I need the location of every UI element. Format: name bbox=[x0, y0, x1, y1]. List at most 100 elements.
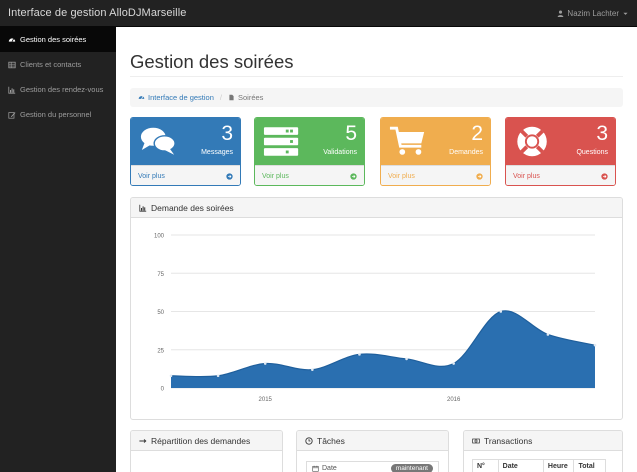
stat-panel-messages: 3 Messages Voir plus bbox=[130, 117, 241, 186]
calendar-icon bbox=[312, 465, 319, 472]
stat-label: Validations bbox=[323, 149, 357, 156]
user-name: Nazim Lachter bbox=[567, 9, 619, 18]
edit-icon bbox=[8, 111, 16, 119]
table-icon bbox=[8, 61, 16, 68]
breadcrumb-home-label: Interface de gestion bbox=[148, 93, 214, 102]
y-tick-label: 100 bbox=[154, 234, 165, 240]
y-tick-label: 75 bbox=[157, 272, 164, 278]
repartition-panel-heading: Répartition des demandes bbox=[131, 431, 282, 451]
tasks-icon bbox=[263, 127, 299, 156]
taches-panel-title: Tâches bbox=[317, 435, 345, 446]
sidebar-item-rendez-vous[interactable]: Gestion des rendez-vous bbox=[0, 77, 116, 102]
sidebar-item-label: Gestion des soirées bbox=[20, 35, 87, 44]
sidebar-item-label: Gestion du personnel bbox=[20, 110, 92, 119]
stat-footer-link[interactable]: Voir plus bbox=[381, 165, 490, 185]
sidebar-item-soirees[interactable]: Gestion des soirées bbox=[0, 27, 116, 52]
area-chart: 0 25 50 75 100 2015 2016 bbox=[154, 234, 597, 403]
stat-footer-link[interactable]: Voir plus bbox=[506, 165, 615, 185]
support-icon bbox=[517, 126, 547, 157]
data-point bbox=[405, 357, 408, 361]
view-more-link: Voir plus bbox=[513, 172, 540, 180]
column-header-date: Date bbox=[499, 460, 544, 472]
breadcrumb-home-link[interactable]: Interface de gestion bbox=[138, 93, 214, 102]
data-point bbox=[216, 374, 220, 378]
sidebar-item-clients[interactable]: Clients et contacts bbox=[0, 52, 116, 77]
stat-panel-heading: 5 Validations bbox=[255, 118, 364, 165]
user-icon bbox=[558, 10, 564, 17]
stat-label: Demandes bbox=[449, 149, 483, 156]
view-more-link: Voir plus bbox=[138, 172, 165, 180]
x-tick-label: 2016 bbox=[447, 397, 461, 403]
column-header-number: N° bbox=[473, 460, 499, 472]
transactions-panel: Transactions N° Date Heure Total bbox=[463, 430, 623, 472]
sidebar-item-label: Clients et contacts bbox=[20, 60, 82, 69]
stat-value: 5 bbox=[345, 122, 357, 145]
stat-label: Questions bbox=[576, 149, 608, 156]
page-title: Gestion des soirées bbox=[130, 51, 294, 72]
y-tick-label: 25 bbox=[157, 348, 164, 354]
breadcrumb: Interface de gestion / Soirées bbox=[130, 88, 623, 107]
stat-panel-demandes: 2 Demandes Voir plus bbox=[380, 117, 491, 186]
data-point bbox=[499, 310, 503, 313]
dashboard-icon bbox=[8, 37, 16, 42]
chart-panel-title: Demande des soirées bbox=[151, 202, 234, 213]
stat-value: 3 bbox=[221, 122, 233, 145]
taches-panel-heading: Tâches bbox=[297, 431, 448, 451]
arrow-circle-right-icon bbox=[476, 172, 483, 180]
user-menu[interactable]: Nazim Lachter bbox=[557, 9, 629, 18]
breadcrumb-separator: / bbox=[219, 93, 222, 102]
task-date-label: Date bbox=[322, 465, 337, 472]
stat-value: 2 bbox=[471, 122, 483, 145]
data-point bbox=[358, 353, 361, 356]
breadcrumb-current-label: Soirées bbox=[237, 93, 264, 102]
main-content: Gestion des soirées Interface de gestion… bbox=[116, 27, 637, 472]
data-point bbox=[311, 368, 314, 371]
breadcrumb-current: Soirées bbox=[228, 93, 263, 102]
stat-footer-link[interactable]: Voir plus bbox=[131, 165, 240, 185]
view-more-link: Voir plus bbox=[262, 172, 289, 180]
stat-panel-heading: 2 Demandes bbox=[381, 118, 490, 165]
dashboard-icon bbox=[138, 96, 145, 100]
transactions-panel-heading: Transactions bbox=[464, 431, 622, 451]
data-point bbox=[263, 362, 267, 365]
file-icon bbox=[229, 94, 234, 101]
data-point bbox=[593, 343, 597, 347]
task-list-item[interactable]: Date maintenant bbox=[306, 461, 439, 472]
data-point bbox=[546, 333, 550, 336]
stat-panel-validations: 5 Validations Voir plus bbox=[254, 117, 365, 186]
taches-panel: Tâches Date maintenant bbox=[296, 430, 449, 472]
stat-panel-heading: 3 Messages bbox=[131, 118, 240, 165]
data-point bbox=[452, 362, 455, 365]
sidebar-item-label: Gestion des rendez-vous bbox=[20, 85, 104, 94]
x-tick-label: 2015 bbox=[259, 397, 273, 403]
column-header-total: Total bbox=[578, 463, 595, 470]
bar-chart-icon bbox=[139, 204, 147, 212]
arrow-circle-right-icon bbox=[350, 172, 357, 180]
column-header-time: Heure bbox=[544, 460, 575, 472]
sidebar-item-personnel[interactable]: Gestion du personnel bbox=[0, 102, 116, 127]
stat-label: Messages bbox=[201, 149, 233, 156]
top-navbar: Interface de gestion AlloDJMarseille Naz… bbox=[0, 0, 637, 27]
arrow-circle-right-icon bbox=[601, 172, 608, 180]
clock-icon bbox=[305, 436, 313, 445]
navbar-brand[interactable]: Interface de gestion AlloDJMarseille bbox=[8, 7, 186, 19]
stat-footer-link[interactable]: Voir plus bbox=[255, 165, 364, 185]
comments-icon bbox=[140, 127, 176, 155]
stat-panel-heading: 3 Questions bbox=[506, 118, 615, 165]
repartition-panel-title: Répartition des demandes bbox=[151, 435, 251, 446]
arrow-circle-right-icon bbox=[226, 172, 233, 180]
y-tick-label: 0 bbox=[161, 387, 165, 393]
bar-chart-icon bbox=[8, 86, 16, 94]
y-tick-label: 50 bbox=[157, 310, 164, 316]
stat-value: 3 bbox=[596, 122, 608, 145]
transactions-panel-title: Transactions bbox=[484, 435, 533, 446]
stat-panel-questions: 3 Questions Voir plus bbox=[505, 117, 616, 186]
view-more-link: Voir plus bbox=[388, 172, 415, 180]
task-time-badge: maintenant bbox=[390, 464, 433, 472]
title-divider bbox=[130, 76, 623, 77]
repartition-panel: Répartition des demandes bbox=[130, 430, 283, 472]
sidebar: Gestion des soirées Clients et contacts … bbox=[0, 27, 116, 472]
data-point bbox=[169, 374, 173, 378]
money-icon bbox=[472, 438, 480, 443]
transactions-table-header: N° Date Heure Total bbox=[472, 459, 606, 472]
